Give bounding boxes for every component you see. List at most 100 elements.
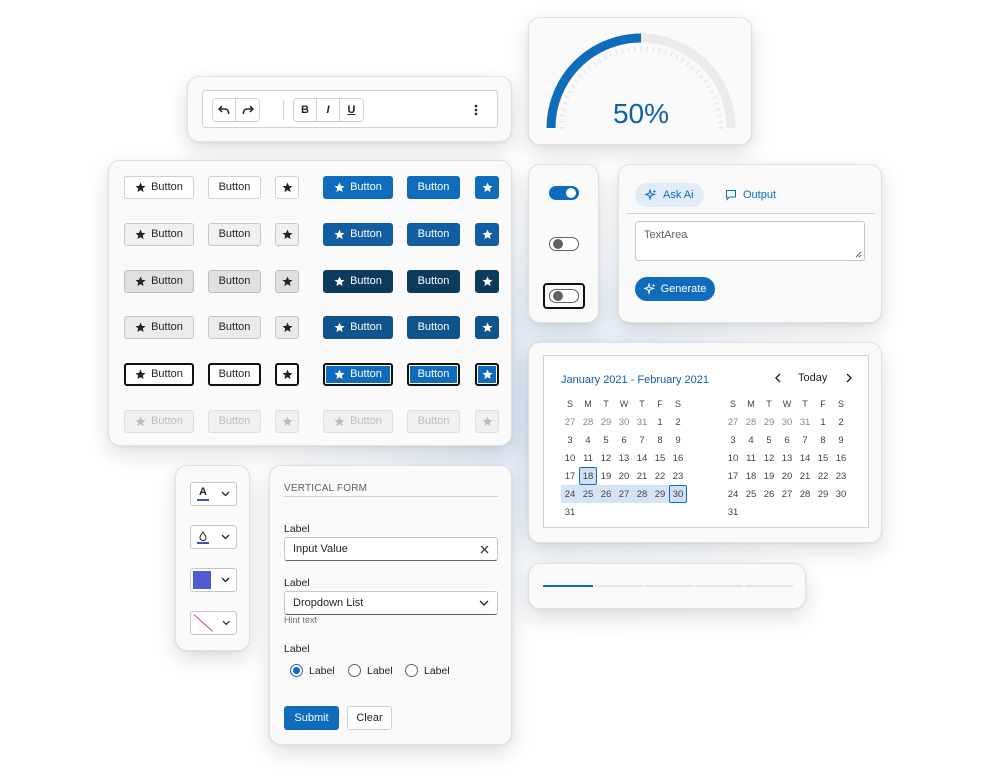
calendar-day[interactable]: 30 xyxy=(832,485,850,503)
secondary-button-rest[interactable]: Button xyxy=(208,176,261,199)
calendar-day[interactable]: 6 xyxy=(778,431,796,449)
primary-button-selected[interactable]: Button xyxy=(323,316,393,340)
calendar-day[interactable]: 4 xyxy=(579,431,597,449)
dropdown-select[interactable]: Dropdown List xyxy=(284,591,498,615)
primary-button-hover[interactable] xyxy=(475,222,499,246)
calendar-day[interactable]: 21 xyxy=(796,467,814,485)
calendar-day[interactable]: 3 xyxy=(561,431,579,449)
calendar-day[interactable]: 25 xyxy=(742,485,760,503)
calendar-day[interactable]: 31 xyxy=(561,503,579,521)
calendar-day[interactable]: 6 xyxy=(615,431,633,449)
toggle-focused[interactable] xyxy=(549,289,579,303)
calendar-day[interactable]: 12 xyxy=(597,449,615,467)
calendar-day[interactable]: 18 xyxy=(742,467,760,485)
primary-button-focus[interactable] xyxy=(475,363,499,387)
calendar-day[interactable]: 9 xyxy=(669,431,687,449)
font-color-picker[interactable]: A xyxy=(190,482,237,506)
secondary-button-selected[interactable]: Button xyxy=(124,316,194,340)
primary-button-selected[interactable] xyxy=(475,316,499,340)
calendar-day[interactable]: 5 xyxy=(760,431,778,449)
calendar-day[interactable]: 26 xyxy=(760,485,778,503)
calendar-day[interactable]: 8 xyxy=(814,431,832,449)
primary-button-focus[interactable]: Button xyxy=(407,363,460,387)
clear-button[interactable]: Clear xyxy=(347,706,392,730)
calendar-day[interactable]: 19 xyxy=(597,467,615,485)
calendar-day[interactable]: 30 xyxy=(669,485,687,503)
calendar-day[interactable]: 28 xyxy=(579,413,597,431)
calendar-day[interactable]: 16 xyxy=(669,449,687,467)
calendar-day[interactable]: 4 xyxy=(742,431,760,449)
calendar-day[interactable]: 17 xyxy=(561,467,579,485)
today-button[interactable]: Today xyxy=(798,372,827,384)
calendar-day[interactable]: 20 xyxy=(615,467,633,485)
clear-icon[interactable] xyxy=(480,545,489,554)
calendar-day[interactable]: 23 xyxy=(669,467,687,485)
calendar-day[interactable]: 10 xyxy=(724,449,742,467)
secondary-button-hover[interactable]: Button xyxy=(124,222,194,246)
calendar-day[interactable]: 10 xyxy=(561,449,579,467)
italic-button[interactable]: I xyxy=(317,99,340,121)
calendar-day[interactable]: 11 xyxy=(742,449,760,467)
primary-button-rest[interactable] xyxy=(475,176,499,199)
calendar-day[interactable]: 26 xyxy=(597,485,615,503)
primary-button-focus[interactable]: Button xyxy=(323,363,393,387)
calendar-day[interactable]: 28 xyxy=(796,485,814,503)
calendar-day[interactable]: 27 xyxy=(561,413,579,431)
primary-button-hover[interactable]: Button xyxy=(407,222,460,246)
tab-ask-ai[interactable]: Ask Ai xyxy=(635,183,704,207)
calendar-day[interactable]: 28 xyxy=(742,413,760,431)
tab-output[interactable]: Output xyxy=(715,183,786,207)
toggle-off[interactable] xyxy=(549,237,579,251)
calendar-day[interactable]: 20 xyxy=(778,467,796,485)
secondary-button-focus[interactable]: Button xyxy=(124,363,194,387)
calendar-day[interactable]: 29 xyxy=(760,413,778,431)
prompt-textarea[interactable]: TextArea xyxy=(635,221,865,261)
secondary-button-selected[interactable]: Button xyxy=(208,316,261,340)
calendar-day[interactable]: 25 xyxy=(579,485,597,503)
calendar-day[interactable]: 15 xyxy=(651,449,669,467)
calendar-day[interactable]: 5 xyxy=(597,431,615,449)
generate-button[interactable]: Generate xyxy=(635,277,715,301)
calendar-day[interactable]: 28 xyxy=(633,485,651,503)
calendar-day[interactable]: 14 xyxy=(633,449,651,467)
submit-button[interactable]: Submit xyxy=(284,706,339,730)
primary-button-pressed[interactable]: Button xyxy=(407,269,460,293)
primary-button-selected[interactable]: Button xyxy=(407,316,460,340)
calendar-day[interactable]: 3 xyxy=(724,431,742,449)
calendar-day[interactable]: 17 xyxy=(724,467,742,485)
resize-grip-icon[interactable] xyxy=(855,251,862,258)
calendar-day[interactable]: 30 xyxy=(778,413,796,431)
calendar-day[interactable]: 2 xyxy=(832,413,850,431)
calendar-day[interactable]: 31 xyxy=(724,503,742,521)
calendar-day[interactable]: 31 xyxy=(796,413,814,431)
calendar-day[interactable]: 1 xyxy=(651,413,669,431)
primary-button-pressed[interactable]: Button xyxy=(323,269,393,293)
calendar-day[interactable]: 22 xyxy=(814,467,832,485)
calendar-day[interactable]: 16 xyxy=(832,449,850,467)
text-input[interactable]: Input Value xyxy=(284,537,498,561)
calendar-day[interactable]: 24 xyxy=(724,485,742,503)
radio-option-1[interactable]: Label xyxy=(290,664,335,677)
calendar-day[interactable]: 9 xyxy=(832,431,850,449)
radio-option-3[interactable]: Label xyxy=(405,664,450,677)
secondary-button-pressed[interactable]: Button xyxy=(208,269,261,293)
secondary-button-pressed[interactable] xyxy=(275,269,299,293)
calendar-day[interactable]: 7 xyxy=(796,431,814,449)
prev-month-button[interactable] xyxy=(773,372,783,384)
calendar-day[interactable]: 29 xyxy=(597,413,615,431)
underline-button[interactable]: U xyxy=(340,99,363,121)
calendar-day[interactable]: 12 xyxy=(760,449,778,467)
secondary-button-rest[interactable]: Button xyxy=(124,176,194,199)
calendar-day[interactable]: 24 xyxy=(561,485,579,503)
fill-color-picker[interactable] xyxy=(190,525,237,549)
next-month-button[interactable] xyxy=(844,372,854,384)
calendar-day[interactable]: 2 xyxy=(669,413,687,431)
calendar-day[interactable]: 13 xyxy=(778,449,796,467)
swatch-color-picker[interactable] xyxy=(190,568,237,592)
calendar-day[interactable]: 11 xyxy=(579,449,597,467)
calendar-day[interactable]: 15 xyxy=(814,449,832,467)
secondary-button-hover[interactable] xyxy=(275,222,299,246)
calendar-day[interactable]: 31 xyxy=(633,413,651,431)
calendar-day[interactable]: 21 xyxy=(633,467,651,485)
toggle-on[interactable] xyxy=(549,186,579,200)
